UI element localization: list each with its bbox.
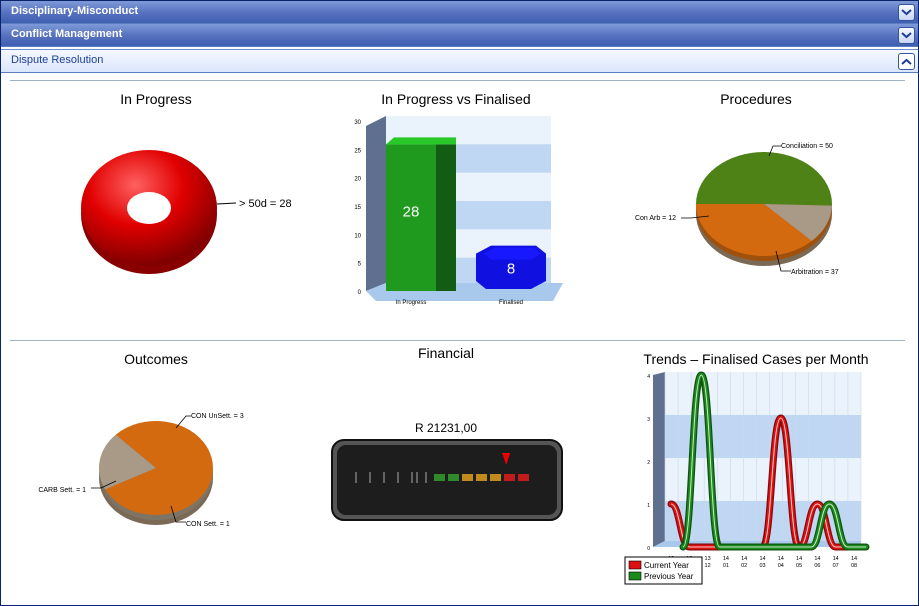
bar-side (434, 144, 456, 291)
in-progress-title: In Progress (120, 91, 192, 107)
x-tick-label: 05 (796, 563, 802, 569)
chevron-down-icon (901, 9, 912, 16)
x-tick-label: 02 (741, 563, 747, 569)
pie-label: Con Arb = 12 (635, 215, 676, 222)
chart-side-wall (653, 372, 665, 547)
gauge-segment (476, 474, 487, 481)
section-header-conflict[interactable]: Conflict Management (1, 24, 918, 47)
expand-button[interactable] (898, 4, 915, 21)
legend-label: Current Year (644, 561, 689, 570)
section-header-disciplinary[interactable]: Disciplinary-Misconduct (1, 1, 918, 24)
x-tick-label: 14 (759, 556, 765, 562)
donut-label: > 50d = 28 (239, 198, 292, 210)
financial-gauge (331, 439, 563, 521)
gauge-segment (448, 474, 459, 481)
collapse-button[interactable] (898, 53, 915, 70)
y-tick-label: 3 (647, 417, 650, 423)
bar-value-label: 28 (403, 204, 420, 221)
divider (10, 340, 905, 341)
x-tick-label: 13 (705, 556, 711, 562)
x-tick-label: 07 (833, 563, 839, 569)
x-tick-label: 14 (723, 556, 729, 562)
x-tick-label: In Progress (396, 300, 427, 306)
y-tick-label: 10 (354, 233, 361, 239)
chevron-up-icon (901, 58, 912, 65)
y-tick-label: 0 (647, 546, 650, 552)
y-tick-label: 5 (358, 262, 362, 268)
chart-side-wall (366, 116, 386, 291)
y-tick-label: 2 (647, 460, 650, 466)
bar-top (386, 137, 456, 145)
y-tick-label: 1 (647, 503, 650, 509)
pie-label: Arbitration = 37 (791, 269, 839, 276)
gauge-segment (434, 474, 445, 481)
procedures-pie-chart: Conciliation = 50 Con Arb = 12 Arbitration… (635, 143, 839, 276)
section-title: Conflict Management (11, 28, 123, 40)
chart-legend: Current Year Previous Year (624, 556, 703, 585)
gauge-segment (490, 474, 501, 481)
legend-swatch (628, 571, 642, 581)
outcomes-title: Outcomes (124, 351, 188, 367)
bar-top (484, 247, 541, 260)
y-tick-label: 25 (354, 148, 361, 154)
x-tick-label: 14 (741, 556, 747, 562)
x-tick-label: 14 (778, 556, 784, 562)
y-tick-label: 15 (354, 205, 361, 211)
x-tick-label: 04 (778, 563, 784, 569)
in-progress-donut-chart: > 50d = 28 (81, 150, 292, 274)
chevron-down-icon (901, 32, 912, 39)
pie-label: CARB Sett. = 1 (38, 487, 86, 494)
x-tick-label: 14 (851, 556, 857, 562)
y-tick-label: 20 (354, 177, 361, 183)
x-tick-label: 14 (833, 556, 839, 562)
y-tick-label: 0 (358, 290, 362, 296)
in-vs-finalised-title: In Progress vs Finalised (381, 91, 531, 107)
divider (10, 80, 905, 81)
pie-slice (696, 152, 832, 206)
trends-line-chart: 0123413101311131214011402140314041405140… (624, 371, 870, 585)
legend-label: Previous Year (644, 572, 694, 581)
procedures-title: Procedures (720, 91, 792, 107)
gauge-segment (518, 474, 529, 481)
x-tick-label: 14 (796, 556, 802, 562)
legend-swatch (628, 560, 642, 570)
x-tick-label: 12 (705, 563, 711, 569)
financial-amount: R 21231,00 (414, 421, 478, 435)
section-title: Disciplinary-Misconduct (11, 5, 139, 17)
x-tick-label: 01 (723, 563, 729, 569)
section-header-dispute[interactable]: Dispute Resolution (1, 49, 918, 73)
in-vs-finalised-bar-chart: 0 5 10 15 20 25 30 28 In Progress 8 Finalised (354, 116, 563, 306)
expand-button[interactable] (898, 27, 915, 44)
bar-value-label: 8 (507, 260, 515, 277)
x-tick-label: Finalised (499, 300, 523, 306)
x-tick-label: 03 (759, 563, 765, 569)
gauge-segment (462, 474, 473, 481)
y-tick-label: 30 (354, 120, 361, 126)
gauge-segment (504, 474, 515, 481)
x-tick-label: 14 (814, 556, 820, 562)
pie-label: CON Sett. = 1 (186, 521, 230, 528)
y-tick-label: 4 (647, 374, 650, 380)
pie-label: CON UnSett. = 3 (191, 413, 244, 420)
donut-hole (127, 192, 171, 224)
outcomes-pie-chart: CON UnSett. = 3 CARB Sett. = 1 CON Sett. =… (38, 413, 244, 528)
x-tick-label: 06 (814, 563, 820, 569)
financial-title: Financial (417, 345, 475, 361)
dashboard-window: Disciplinary-Misconduct Conflict Managem… (0, 0, 919, 606)
pie-label: Conciliation = 50 (781, 143, 833, 150)
x-tick-label: 08 (851, 563, 857, 569)
trends-title: Trends – Finalised Cases per Month (643, 351, 869, 367)
section-title: Dispute Resolution (11, 54, 104, 66)
